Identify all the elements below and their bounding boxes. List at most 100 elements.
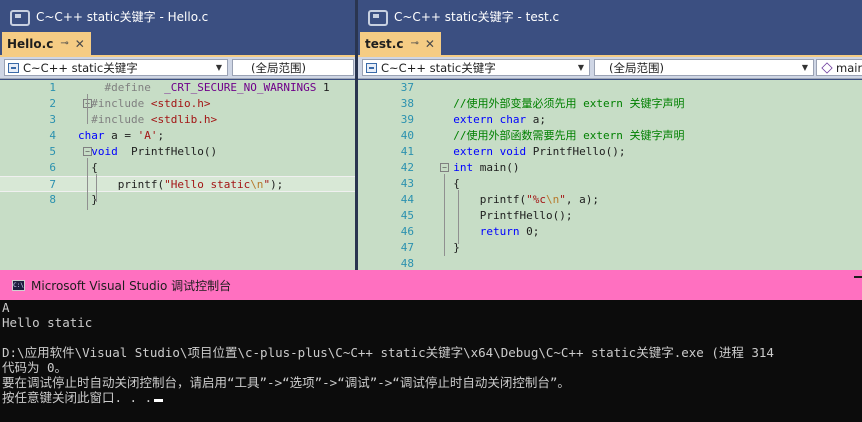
code-line[interactable]: 7 printf("Hello static\n");	[0, 176, 355, 192]
member-label: mair	[836, 60, 862, 75]
indent-guide	[87, 94, 88, 124]
line-number: 2	[49, 97, 56, 110]
minimize-icon[interactable]	[854, 276, 862, 278]
code-line[interactable]: 5 void PrintfHello() −	[0, 144, 355, 160]
line-number: 1	[49, 81, 56, 94]
console-line: 按任意键关闭此窗口. . .	[2, 390, 862, 405]
code-text: #define _CRT_SECURE_NO_WARNINGS 1	[104, 81, 330, 94]
text-cursor	[154, 399, 164, 402]
close-icon[interactable]: ✕	[75, 37, 85, 51]
code-editor-hello-c[interactable]: 1 #define _CRT_SECURE_NO_WARNINGS 12 #in…	[0, 80, 355, 270]
left-navigation-bar: C~C++ static关键字 ▼ (全局范围)	[0, 57, 355, 79]
code-text: PrintfHello();	[440, 209, 573, 222]
console-title-bar: C:\ Microsoft Visual Studio 调试控制台	[0, 270, 862, 300]
line-number: 37	[400, 81, 414, 94]
collapse-icon[interactable]: −	[440, 163, 449, 172]
line-number: 40	[400, 129, 414, 142]
code-line[interactable]: 44 printf("%c\n", a);	[358, 192, 862, 208]
line-number: 8	[49, 193, 56, 206]
close-icon[interactable]: ✕	[425, 37, 435, 51]
code-line[interactable]: 2 #include <stdio.h>−	[0, 96, 355, 112]
console-title: Microsoft Visual Studio 调试控制台	[31, 278, 232, 293]
line-number: 6	[49, 161, 56, 174]
code-text: printf("%c\n", a);	[440, 193, 599, 206]
code-line[interactable]: 39 extern char a;	[358, 112, 862, 128]
console-icon: C:\	[12, 279, 25, 291]
function-icon	[821, 61, 833, 74]
right-editor-window: C~C++ static关键字 - test.c test.c ⊸ ✕ C~C+…	[358, 0, 862, 270]
right-window-title: C~C++ static关键字 - test.c	[394, 9, 560, 24]
tab-test-c[interactable]: test.c ⊸ ✕	[360, 32, 441, 55]
line-number: 7	[49, 178, 56, 191]
code-text: extern void PrintfHello();	[453, 145, 626, 158]
visual-studio-icon	[368, 8, 388, 26]
project-label: C~C++ static关键字	[23, 60, 138, 75]
scope-dropdown[interactable]: (全局范围)	[232, 59, 354, 76]
chevron-down-icon: ▼	[577, 63, 584, 72]
debug-console-window: C:\ Microsoft Visual Studio 调试控制台 A Hello…	[0, 270, 862, 422]
scope-label: (全局范围)	[251, 60, 306, 75]
code-line[interactable]: 41 extern void PrintfHello();	[358, 144, 862, 160]
code-text: return 0;	[479, 225, 540, 238]
pin-icon[interactable]: ⊸	[60, 38, 68, 49]
code-editor-test-c[interactable]: 37 38 //使用外部变量必须先用 extern 关键字声明 39 extern …	[358, 80, 862, 270]
code-line[interactable]: 47 }	[358, 240, 862, 256]
code-text: {	[440, 177, 460, 190]
line-number: 38	[400, 97, 414, 110]
console-line: 代码为 0。	[2, 360, 68, 375]
line-number: 44	[400, 193, 414, 206]
left-window-title: C~C++ static关键字 - Hello.c	[36, 9, 209, 24]
code-line[interactable]: 45 PrintfHello();	[358, 208, 862, 224]
code-line[interactable]: 3 #include <stdlib.h>	[0, 112, 355, 128]
line-number: 42	[400, 161, 414, 174]
tab-hello-c[interactable]: Hello.c ⊸ ✕	[2, 32, 91, 55]
right-tab-strip: test.c ⊸ ✕	[358, 32, 862, 57]
line-number: 41	[400, 145, 414, 158]
code-line[interactable]: 42 int main() −	[358, 160, 862, 176]
collapse-icon[interactable]: −	[83, 147, 92, 156]
console-output[interactable]: A Hello static D:\应用软件\Visual Studio\项目位置\…	[0, 300, 862, 405]
code-line[interactable]: 1 #define _CRT_SECURE_NO_WARNINGS 1	[0, 80, 355, 96]
console-line: A	[2, 300, 10, 315]
code-text: //使用外部变量必须先用 extern 关键字声明	[453, 97, 685, 110]
right-title-bar: C~C++ static关键字 - test.c	[358, 0, 862, 32]
project-label: C~C++ static关键字	[381, 60, 496, 75]
pin-icon[interactable]: ⊸	[410, 38, 418, 49]
code-text: #include <stdlib.h>	[91, 113, 218, 126]
indent-guide	[444, 174, 445, 256]
code-line[interactable]: 48	[358, 256, 862, 270]
visual-studio-icon	[10, 8, 30, 26]
code-text: extern char a;	[453, 113, 546, 126]
indent-guide	[458, 190, 459, 244]
code-line[interactable]: 37	[358, 80, 862, 96]
code-text: printf("Hello static\n");	[78, 178, 284, 191]
line-number: 46	[400, 225, 414, 238]
code-line[interactable]: 46 return 0;	[358, 224, 862, 240]
chevron-down-icon: ▼	[801, 63, 808, 72]
console-line: 要在调试停止时自动关闭控制台，请启用“工具”->“选项”->“调试”->“调试停…	[2, 375, 570, 390]
code-text: #include <stdio.h>	[91, 97, 211, 110]
tab-label: Hello.c	[7, 36, 54, 51]
code-line[interactable]: 43 {	[358, 176, 862, 192]
project-icon	[366, 62, 377, 73]
code-line[interactable]: 4 char a = 'A';	[0, 128, 355, 144]
left-editor-window: C~C++ static关键字 - Hello.c Hello.c ⊸ ✕ C~…	[0, 0, 355, 270]
code-text: int main()	[453, 161, 520, 174]
code-line[interactable]: 8 }	[0, 192, 355, 208]
member-dropdown[interactable]: mair	[816, 59, 862, 76]
project-icon	[8, 62, 19, 73]
tab-label: test.c	[365, 36, 404, 51]
code-line[interactable]: 6 {	[0, 160, 355, 176]
code-line[interactable]: 40 //使用外部函数需要先用 extern 关键字声明	[358, 128, 862, 144]
project-dropdown[interactable]: C~C++ static关键字 ▼	[4, 59, 228, 76]
code-text: }	[440, 241, 460, 254]
scope-dropdown[interactable]: (全局范围) ▼	[594, 59, 814, 76]
indent-guide	[96, 174, 97, 202]
line-number: 48	[400, 257, 414, 270]
code-line[interactable]: 38 //使用外部变量必须先用 extern 关键字声明	[358, 96, 862, 112]
chevron-down-icon: ▼	[215, 63, 222, 72]
code-text: void PrintfHello()	[91, 145, 218, 158]
project-dropdown[interactable]: C~C++ static关键字 ▼	[362, 59, 590, 76]
line-number: 3	[49, 113, 56, 126]
